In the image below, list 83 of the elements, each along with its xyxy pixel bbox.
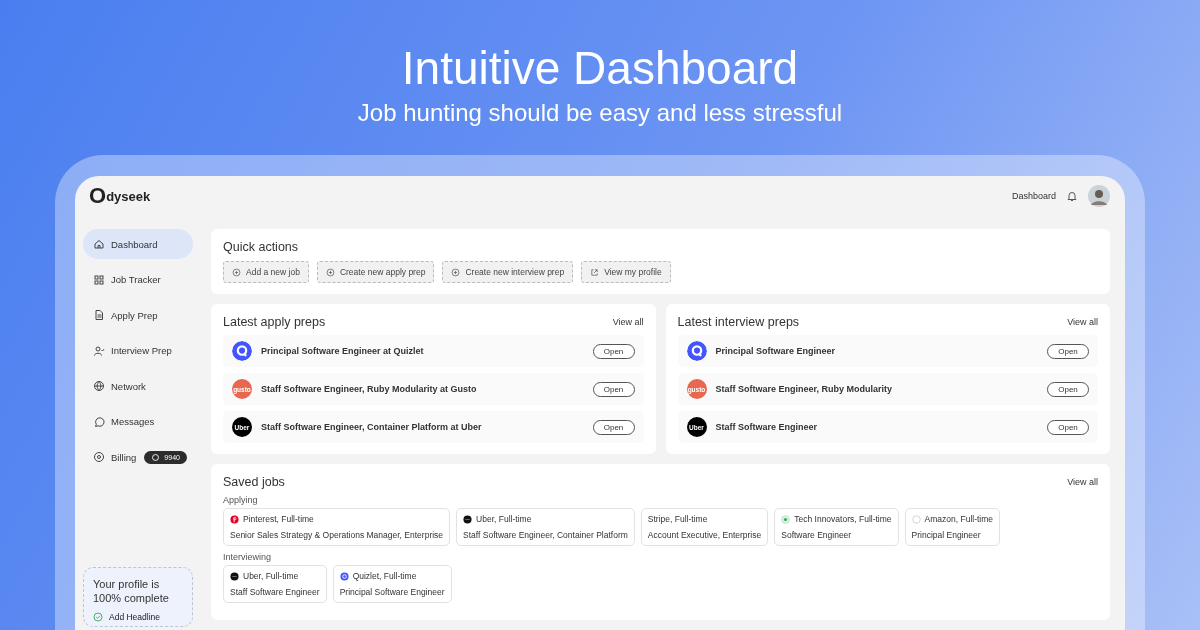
job-title: Staff Software Engineer, Container Platform <box>463 530 628 540</box>
open-button[interactable]: Open <box>592 381 635 397</box>
view-all-link[interactable]: View all <box>1067 477 1098 487</box>
job-card[interactable]: Tech Innovators, Full-time Software Engineer <box>774 508 899 546</box>
job-company: Tech Innovators, Full-time <box>794 514 892 524</box>
job-card[interactable]: Uber, Full-time Staff Software Engineer, Container Platform <box>456 508 635 546</box>
job-card[interactable]: Uber, Full-time Staff Software Engineer <box>223 565 327 603</box>
job-title: Account Executive, Enterprise <box>647 530 762 540</box>
job-company: Uber, Full-time <box>476 514 532 524</box>
prep-title: Staff Software Engineer, Container Platform at Uber <box>261 422 483 432</box>
job-company: Pinterest, Full-time <box>243 514 314 524</box>
grid-icon <box>93 273 105 286</box>
view-all-link[interactable]: View all <box>612 317 644 327</box>
job-card[interactable]: Stripe, Full-time Account Executive, Enterprise <box>640 508 769 546</box>
avatar[interactable] <box>1088 185 1110 207</box>
nav-item[interactable]: Network <box>83 371 193 401</box>
job-company: Quizlet, Full-time <box>352 571 417 581</box>
card-title: Saved jobs <box>223 475 285 489</box>
job-title: Software Engineer <box>781 530 853 540</box>
plus-icon <box>325 267 335 277</box>
headline: Intuitive Dashboard <box>401 41 799 96</box>
target-icon <box>93 451 105 463</box>
plus-icon <box>232 267 241 277</box>
job-title: Senior Sales Strategy & Operations Manager, Enterprise <box>230 530 444 540</box>
quizlet-logo <box>339 571 349 581</box>
job-card[interactable]: Amazon, Full-time Principal Engineer <box>904 508 1001 546</box>
subheadline: Job hunting should be easy and less stressful <box>357 98 843 128</box>
job-company: Stripe, Full-time <box>647 514 708 524</box>
view-all-link[interactable]: View all <box>1067 317 1098 327</box>
document-icon <box>93 309 105 321</box>
open-button[interactable]: Open <box>592 419 635 435</box>
action-button[interactable]: Create new interview prep <box>442 261 574 283</box>
card-title: Quick actions <box>223 240 300 254</box>
action-button[interactable]: Create new apply prep <box>316 261 435 283</box>
bell-icon[interactable] <box>1066 190 1078 202</box>
job-title: Principal Software Engineer <box>339 587 445 597</box>
home-icon <box>93 238 105 250</box>
job-company: Amazon, Full-time <box>924 514 994 524</box>
ring-icon <box>151 452 161 462</box>
group-label: Applying <box>223 495 259 505</box>
open-button[interactable]: Open <box>1047 343 1089 359</box>
group-label: Interviewing <box>223 552 273 562</box>
prep-title: Principal Software Engineer <box>715 346 837 356</box>
nav-item[interactable]: Interview Prep <box>83 335 193 366</box>
prep-row[interactable]: Principal Software Engineer at Quizlet Open <box>223 335 644 367</box>
action-button[interactable]: View my profile <box>581 261 671 283</box>
quizlet-logo <box>686 341 707 361</box>
company-logo <box>911 514 921 524</box>
job-title: Staff Software Engineer <box>230 587 320 597</box>
quizlet-logo <box>232 341 252 361</box>
open-button[interactable]: Open <box>1047 381 1089 397</box>
prep-title: Staff Software Engineer, Ruby Modularity at Gusto <box>261 384 478 394</box>
person-check-icon <box>93 344 105 357</box>
card-title: Latest interview preps <box>677 315 800 329</box>
logo-mark: O <box>89 185 107 207</box>
dashboard-link[interactable]: Dashboard <box>1011 191 1056 201</box>
nav-item[interactable]: Job Tracker <box>83 264 193 295</box>
job-title: Principal Engineer <box>911 530 982 540</box>
external-link-icon <box>590 267 600 277</box>
brand-name: dyseek <box>106 188 151 204</box>
job-company: Uber, Full-time <box>243 571 299 581</box>
uber-logo <box>230 571 239 581</box>
nav-item[interactable]: Apply Prep <box>83 300 193 330</box>
company-logo <box>781 514 791 524</box>
job-card[interactable]: Pinterest, Full-time Senior Sales Strategy & Operations Manager, Enterprise <box>223 508 451 546</box>
prep-title: Staff Software Engineer <box>715 422 819 432</box>
job-card[interactable]: Quizlet, Full-time Principal Software Engineer <box>332 565 452 603</box>
uber-logo <box>463 514 473 524</box>
pinterest-logo <box>230 514 239 524</box>
nav-item[interactable]: Dashboard <box>83 229 193 259</box>
prep-row[interactable]: Principal Software Engineer Open <box>677 335 1098 367</box>
prep-title: Staff Software Engineer, Ruby Modularity <box>715 384 894 394</box>
open-button[interactable]: Open <box>592 343 635 359</box>
prep-title: Principal Software Engineer at Quizlet <box>261 346 425 356</box>
profile-status: Your profile is 100% complete <box>93 577 170 605</box>
action-button[interactable]: Add a new job <box>223 261 309 283</box>
nav-item[interactable]: Messages <box>83 406 193 437</box>
open-button[interactable]: Open <box>1047 419 1089 435</box>
plus-icon <box>451 267 461 277</box>
task-label[interactable]: Add Headline <box>109 612 161 622</box>
card-title: Latest apply preps <box>223 315 326 329</box>
globe-icon <box>93 380 105 392</box>
chat-icon <box>93 415 105 428</box>
